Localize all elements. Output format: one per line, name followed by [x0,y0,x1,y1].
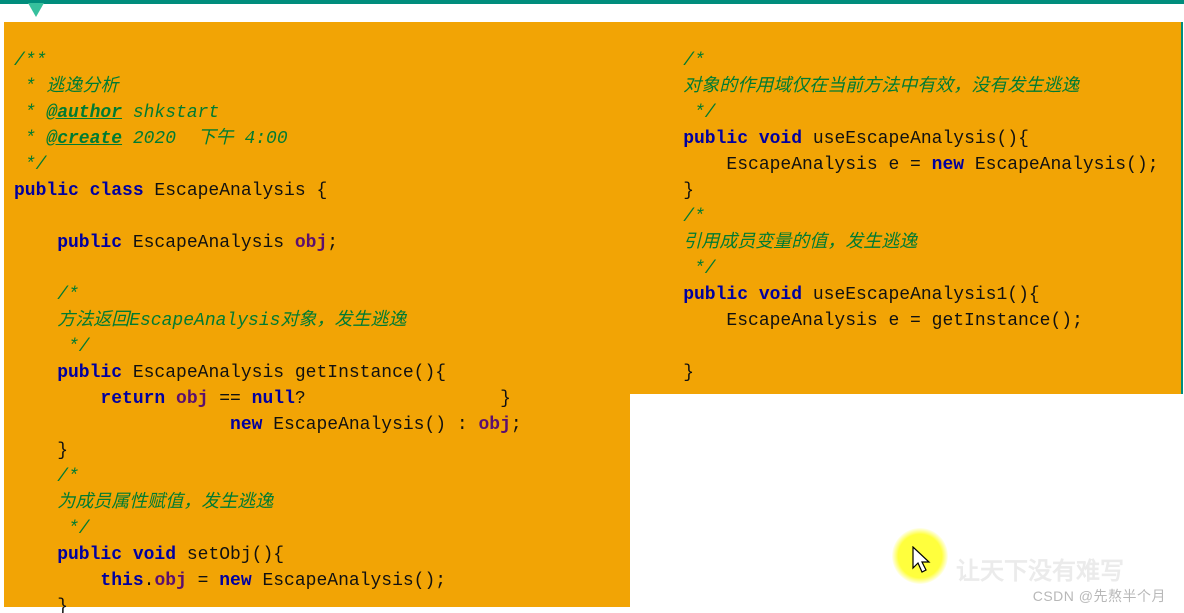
code-text: EscapeAnalysis() : [262,415,478,435]
code-text: EscapeAnalysis e = getInstance(); [640,311,1083,331]
code-text: . [144,571,155,591]
code-text: == [208,389,251,409]
background-watermark: 让天下没有难写 [956,559,1124,585]
comment-line: * [14,103,46,123]
comment-line: */ [640,103,716,123]
keyword: void [748,285,802,305]
identifier: obj [479,415,511,435]
keyword: public [14,545,122,565]
keyword: new [14,415,262,435]
code-text: ; [511,415,522,435]
comment-line: 引用成员变量的值，发生逃逸 [640,233,917,253]
comment-line: /* [640,51,705,71]
identifier: obj [154,571,186,591]
comment-line: /* [640,207,705,227]
comment-line: * [14,129,46,149]
keyword: public [14,363,122,383]
comment-line: */ [640,259,716,279]
code-text: EscapeAnalysis e = [640,155,932,175]
csdn-watermark: CSDN @先熬半个月 [1033,583,1166,609]
comment-line: 2020 下午 4:00 [122,129,288,149]
identifier: obj [295,233,327,253]
comment-line: /* [14,285,79,305]
code-text: ; [327,233,338,253]
keyword: class [79,181,144,201]
code-text: EscapeAnalysis getInstance(){ [122,363,446,383]
code-text: } [640,363,694,383]
code-text: } [14,441,68,461]
keyword: public [14,233,122,253]
code-panel-right: /* 对象的作用域仅在当前方法中有效，没有发生逃逸 */ public void… [630,22,1183,394]
comment-line: /* [14,467,79,487]
code-text: EscapeAnalysis(); [964,155,1158,175]
comment-line: /** [14,51,46,71]
keyword: void [122,545,176,565]
javadoc-tag: @author [46,103,122,123]
code-text: = [187,571,219,591]
code-panel-left: /** * 逃逸分析 * @author shkstart * @create … [4,22,630,607]
identifier: obj [165,389,208,409]
keyword: new [219,571,251,591]
code-text: } [640,181,694,201]
code-text: useEscapeAnalysis(){ [802,129,1029,149]
keyword: return [14,389,165,409]
gutter-marker-icon [28,3,44,17]
code-text: ? } [295,389,511,409]
javadoc-tag: @create [46,129,122,149]
code-text: EscapeAnalysis { [144,181,328,201]
keyword: new [932,155,964,175]
comment-line: */ [14,337,90,357]
comment-line: */ [14,155,46,175]
code-text: useEscapeAnalysis1(){ [802,285,1040,305]
keyword: this [14,571,144,591]
keyword: public [640,129,748,149]
keyword: public [14,181,79,201]
comment-line: */ [14,519,90,539]
comment-line: 为成员属性赋值，发生逃逸 [14,493,273,513]
code-text: EscapeAnalysis [122,233,295,253]
comment-line: shkstart [122,103,219,123]
code-text: setObj(){ [176,545,284,565]
keyword: null [252,389,295,409]
mouse-highlight-icon [892,528,948,584]
comment-line: * 逃逸分析 [14,77,118,97]
keyword: public [640,285,748,305]
comment-line: 对象的作用域仅在当前方法中有效，没有发生逃逸 [640,77,1079,97]
code-text: EscapeAnalysis(); [252,571,446,591]
code-text: } [14,597,68,613]
comment-line: 方法返回EscapeAnalysis对象，发生逃逸 [14,311,406,331]
keyword: void [748,129,802,149]
panel-top-border [0,0,1184,4]
